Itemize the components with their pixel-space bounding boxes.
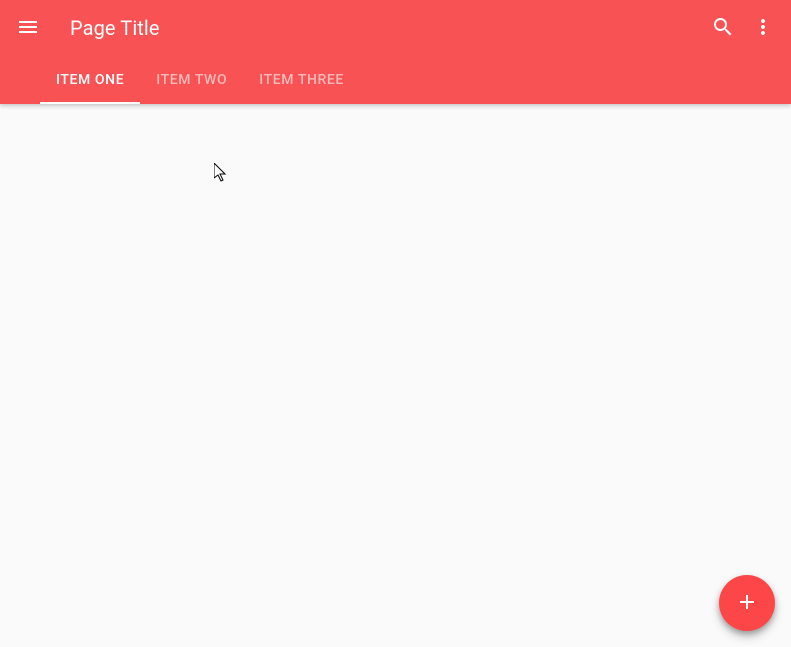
tab-label: Item One [56, 72, 124, 88]
app-bar: Page Title Item One Item Two Item Three [0, 0, 791, 104]
menu-button[interactable] [8, 8, 48, 48]
tab-item-three[interactable]: Item Three [243, 56, 360, 104]
plus-icon [735, 590, 759, 617]
hamburger-icon [16, 15, 40, 42]
search-button[interactable] [703, 8, 743, 48]
more-button[interactable] [743, 8, 783, 48]
tab-item-one[interactable]: Item One [40, 56, 140, 104]
tabs: Item One Item Two Item Three [0, 56, 791, 104]
tab-label: Item Two [156, 72, 227, 88]
page-title: Page Title [70, 16, 703, 40]
cursor-icon [214, 163, 230, 187]
toolbar: Page Title [0, 0, 791, 56]
tab-item-two[interactable]: Item Two [140, 56, 243, 104]
more-vert-icon [751, 15, 775, 42]
search-icon [711, 15, 735, 42]
tab-label: Item Three [259, 72, 344, 88]
fab-add-button[interactable] [719, 575, 775, 631]
